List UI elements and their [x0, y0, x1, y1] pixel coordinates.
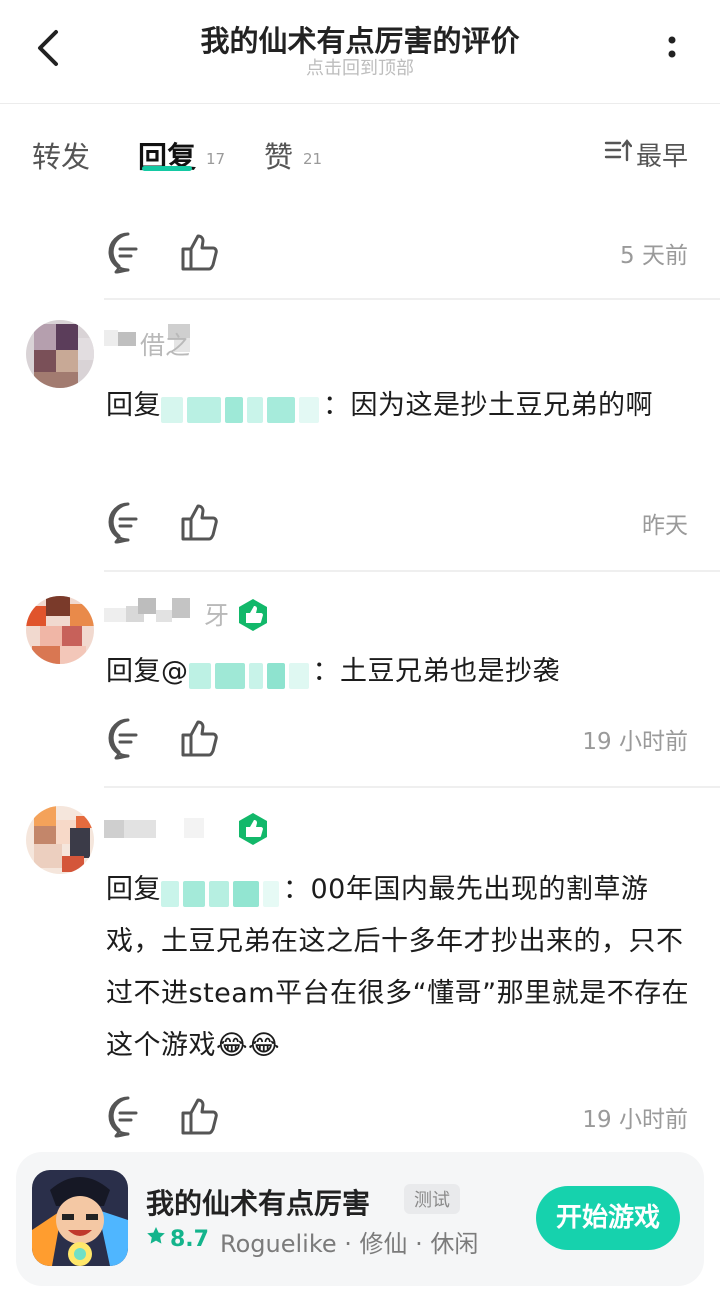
sort-label: 最早 [635, 142, 688, 172]
username-tail: 牙 [204, 601, 230, 630]
mention-blurred[interactable] [161, 873, 283, 907]
comment-actions: 昨天 [106, 500, 688, 544]
tab-count: 21 [303, 150, 323, 168]
star-icon [146, 1226, 166, 1252]
username-blurred[interactable] [104, 814, 204, 848]
reply-icon[interactable] [106, 1094, 150, 1138]
active-tab-indicator [142, 166, 192, 171]
like-icon[interactable] [178, 500, 222, 544]
more-menu-icon[interactable] [664, 30, 680, 66]
divider [104, 298, 720, 300]
reply-text: ：因为这是抄土豆兄弟的啊 [323, 390, 653, 421]
scroll-to-top-hint[interactable]: 点击回到顶部 [0, 54, 720, 80]
sort-icon [604, 138, 633, 171]
comment-actions: 19 小时前 [106, 716, 688, 760]
like-icon[interactable] [178, 716, 222, 760]
recommend-badge-icon [236, 812, 270, 846]
sort-button[interactable]: 最早 [604, 136, 688, 173]
tab-label: 转发 [32, 140, 91, 174]
like-icon[interactable] [178, 1094, 222, 1138]
start-game-button[interactable]: 开始游戏 [536, 1186, 680, 1250]
game-icon[interactable] [32, 1170, 128, 1266]
mention-blurred[interactable] [161, 389, 323, 423]
test-tag: 测试 [404, 1184, 460, 1214]
comment-body: 回复 ：00年国内最先出现的割草游戏，土豆兄弟在这之后十多年才抄出来的，只不过不进… [106, 864, 696, 1072]
tab-bar: 转发 回复 17 赞 21 最早 [0, 104, 720, 204]
comment-actions: 5 天前 [106, 230, 688, 274]
game-card[interactable]: 我的仙术有点厉害 测试 8.7 Roguelike · 修仙 · 休闲 开始游戏 [16, 1152, 704, 1286]
rating-value: 8.7 [170, 1226, 209, 1252]
reply-icon[interactable] [106, 500, 150, 544]
comment-body: 回复 ：因为这是抄土豆兄弟的啊 [106, 380, 696, 432]
comment-actions: 19 小时前 [106, 1094, 688, 1138]
tab-count: 17 [206, 150, 226, 168]
comment-time: 昨天 [642, 513, 688, 539]
header: 我的仙术有点厉害的评价 点击回到顶部 [0, 0, 720, 104]
reply-prefix: 回复 [106, 874, 161, 905]
tab-label: 赞 [264, 140, 294, 174]
tab-forward[interactable]: 转发 [32, 134, 90, 176]
like-icon[interactable] [178, 230, 222, 274]
avatar[interactable] [26, 596, 94, 664]
divider [104, 786, 720, 788]
game-categories: Roguelike · 修仙 · 休闲 [220, 1230, 479, 1258]
divider [104, 570, 720, 572]
comment-body: 回复@ ：土豆兄弟也是抄袭 [106, 646, 696, 698]
reply-prefix: 回复@ [106, 656, 189, 687]
tab-likes[interactable]: 赞 21 [264, 134, 322, 176]
avatar[interactable] [26, 320, 94, 388]
reply-prefix: 回复 [106, 390, 161, 421]
game-rating: 8.7 [146, 1226, 209, 1252]
reply-icon[interactable] [106, 230, 150, 274]
recommend-badge-icon [236, 598, 270, 632]
avatar[interactable] [26, 806, 94, 874]
username-blurred[interactable] [104, 596, 204, 630]
comment-time: 19 小时前 [582, 1107, 688, 1133]
comment-time: 19 小时前 [582, 729, 688, 755]
reply-icon[interactable] [106, 716, 150, 760]
comment-time: 5 天前 [620, 243, 688, 269]
mention-blurred[interactable] [188, 655, 313, 689]
username-tail: 借之 [140, 331, 191, 360]
reply-text: ：土豆兄弟也是抄袭 [312, 656, 560, 687]
game-name[interactable]: 我的仙术有点厉害 [146, 1182, 370, 1222]
